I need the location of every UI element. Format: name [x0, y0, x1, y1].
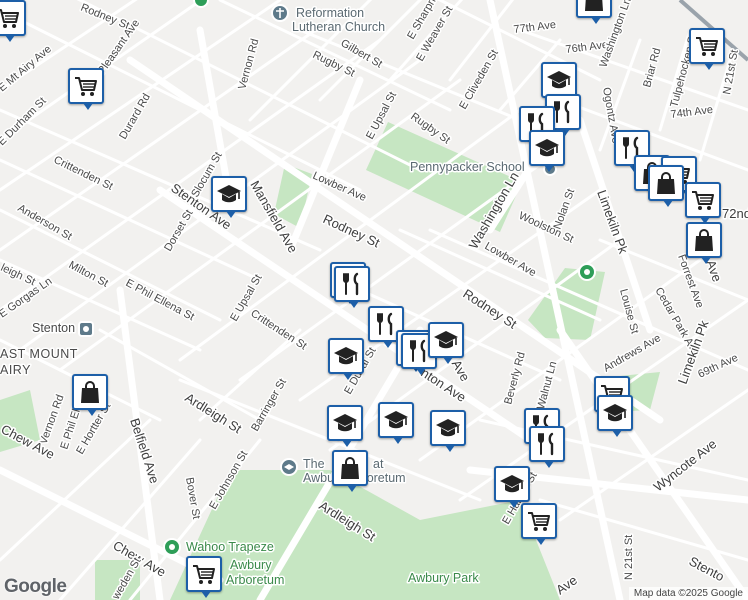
- grocery-marker[interactable]: [68, 68, 104, 110]
- store-marker[interactable]: [576, 0, 612, 24]
- street-label-andrews-ave: Andrews Ave: [602, 332, 663, 374]
- graduation-cap-icon: [602, 400, 628, 426]
- bag-icon: [337, 455, 363, 481]
- bag-icon: [653, 170, 679, 196]
- place-label-pennypacker-school: Pennypacker School: [410, 160, 525, 174]
- cart-icon: [526, 508, 552, 534]
- graduation-cap-icon: [433, 327, 459, 353]
- cart-icon: [690, 187, 716, 213]
- fork-knife-icon: [339, 271, 365, 297]
- school-marker[interactable]: [327, 405, 363, 447]
- cart-icon: [694, 33, 720, 59]
- place-label-awbury-arboretum-line2: Arboretum: [226, 573, 284, 587]
- school-marker[interactable]: [328, 338, 364, 380]
- map-attribution: Map data ©2025 Google: [628, 587, 748, 600]
- street-label-vernon-rd-top: Vernon Rd: [236, 37, 261, 90]
- school-marker[interactable]: [430, 410, 466, 452]
- grocery-marker[interactable]: [685, 182, 721, 224]
- street-label-n-21st-st-bottom: N 21st St: [623, 535, 635, 580]
- place-label-arboretum-line1: The: [303, 457, 325, 471]
- street-label-72nd-ave: 72nd: [722, 206, 748, 221]
- street-label-lowber-ave-2: Lowber Ave: [483, 240, 539, 279]
- bag-icon: [581, 0, 607, 13]
- bag-icon: [691, 227, 717, 253]
- fork-knife-icon: [534, 431, 560, 457]
- street-label-e-durham-st: E Durham St: [0, 95, 49, 148]
- place-label-east-mount-airy-2: AIRY: [0, 363, 31, 377]
- graduation-cap-icon: [383, 407, 409, 433]
- school-marker[interactable]: [494, 466, 530, 508]
- store-marker[interactable]: [648, 165, 684, 207]
- grocery-marker[interactable]: [521, 503, 557, 545]
- activity-icon: [169, 544, 175, 550]
- place-label-awbury-arboretum-line1: Awbury: [230, 558, 272, 572]
- school-marker[interactable]: [529, 130, 565, 172]
- grocery-marker[interactable]: [186, 556, 222, 598]
- street-label-leigh-st: leigh St: [0, 262, 37, 288]
- grocery-marker[interactable]: [689, 28, 725, 70]
- restaurant-marker[interactable]: [334, 266, 370, 308]
- cart-icon: [73, 73, 99, 99]
- landmark-icon: [83, 326, 89, 332]
- graduation-cap-icon: [216, 181, 242, 207]
- store-marker[interactable]: [686, 222, 722, 264]
- bag-icon: [77, 379, 103, 405]
- place-label-awbury-park: Awbury Park: [408, 571, 479, 585]
- place-label-arboretum-line2: at: [373, 457, 384, 471]
- street-label-barringer-st: Barringer St: [249, 377, 289, 434]
- place-label-reformation-line2: Lutheran Church: [292, 20, 385, 34]
- street-label-milton-st: Milton St: [67, 259, 110, 290]
- street-label-77th-ave: 77th Ave: [513, 19, 557, 36]
- place-label-reformation-line1: Reformation: [296, 6, 364, 20]
- graduation-cap-icon: [435, 415, 461, 441]
- cart-icon: [0, 5, 21, 31]
- grocery-marker[interactable]: [0, 0, 26, 42]
- park-pin-top[interactable]: [193, 0, 209, 8]
- cart-icon: [191, 561, 217, 587]
- graduation-cap-icon: [534, 135, 560, 161]
- graduation-cap-icon: [499, 471, 525, 497]
- street-label-e-mt-airy-ave: E Mt Airy Ave: [0, 43, 54, 94]
- graduation-cap-icon: [546, 67, 572, 93]
- google-logo: Google: [4, 576, 67, 597]
- school-marker[interactable]: [378, 402, 414, 444]
- street-label-beverly-rd: Beverly Rd: [502, 351, 528, 406]
- street-label-wyncote-ave: Wyncote Ave: [651, 436, 720, 494]
- street-label-belfield-ave: Belfield Ave: [127, 416, 162, 485]
- school-marker[interactable]: [211, 176, 247, 218]
- street-label-bover-st: Bover St: [183, 476, 202, 520]
- place-label-stenton: Stenton: [32, 321, 75, 335]
- street-label-briar-rd: Briar Rd: [641, 47, 663, 89]
- place-label-wahoo-trapeze: Wahoo Trapeze: [186, 540, 274, 554]
- store-marker[interactable]: [332, 450, 368, 492]
- school-marker[interactable]: [428, 322, 464, 364]
- map-canvas[interactable]: Rodney St Gilbert St E Sharpnack St E We…: [0, 0, 748, 600]
- graduation-cap-icon: [333, 343, 359, 369]
- school-marker[interactable]: [541, 62, 577, 104]
- restaurant-marker[interactable]: [529, 426, 565, 468]
- tree-icon: [584, 269, 590, 275]
- street-label-rodney-st-right: Rodney St: [460, 286, 519, 332]
- store-marker[interactable]: [72, 374, 108, 416]
- map-base-layer: Rodney St Gilbert St E Sharpnack St E We…: [0, 0, 748, 600]
- school-marker[interactable]: [597, 395, 633, 437]
- place-label-east-mount-airy: AST MOUNT: [0, 347, 78, 361]
- street-label-ardleigh-st-1: Ardleigh St: [182, 390, 244, 437]
- graduation-cap-icon: [332, 410, 358, 436]
